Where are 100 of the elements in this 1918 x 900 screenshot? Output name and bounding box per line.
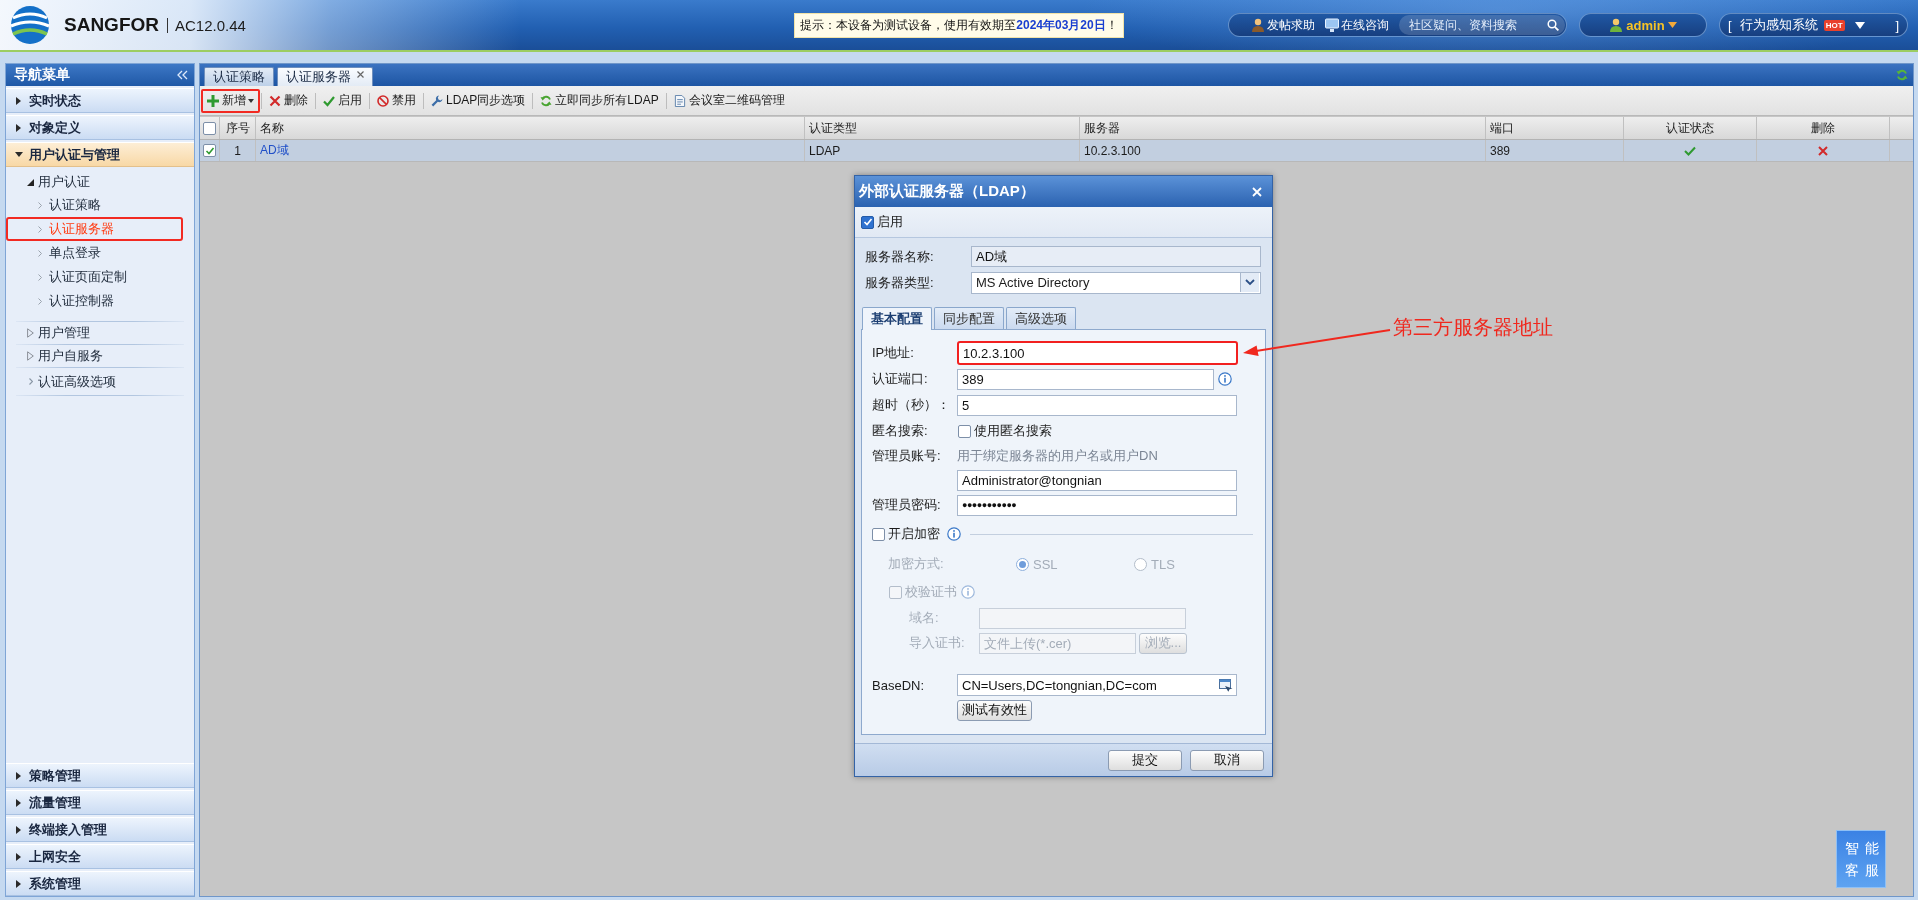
- column-header: 认证类型: [805, 117, 1080, 139]
- sidebar-section[interactable]: 实时状态: [6, 88, 194, 113]
- sidebar-title: 导航菜单: [14, 66, 70, 84]
- radio-label: TLS: [1151, 556, 1175, 572]
- tab[interactable]: 认证策略: [204, 67, 274, 86]
- password-field[interactable]: ●●●●●●●●●●●: [957, 494, 1237, 516]
- close-icon[interactable]: [357, 70, 364, 78]
- column-header: 服务器: [1080, 117, 1486, 139]
- chevron-right-icon: [38, 201, 42, 209]
- document-icon: [673, 94, 686, 107]
- tab[interactable]: 基本配置: [862, 307, 932, 330]
- field-label: IP地址:: [872, 344, 915, 362]
- column-header: 端口: [1486, 117, 1624, 139]
- column-header: 序号: [220, 117, 256, 139]
- field-label: BaseDN:: [872, 677, 926, 693]
- table-cell: LDAP: [805, 140, 1080, 161]
- hot-badge: HOT: [1823, 19, 1845, 31]
- no-entry-icon: [377, 94, 389, 107]
- caret-right-icon: [16, 798, 21, 807]
- checkbox[interactable]: [203, 144, 216, 157]
- text-field[interactable]: CN=Users,DC=tongnian,DC=com: [957, 674, 1237, 696]
- info-icon[interactable]: [947, 527, 961, 541]
- search-icon: [1547, 19, 1559, 31]
- search-field[interactable]: 社区疑问、资料搜索: [1399, 15, 1565, 35]
- caret-down-icon: [15, 152, 23, 157]
- qr-code-button[interactable]: 会议室二维码管理: [667, 88, 791, 113]
- triangle-right-icon: [27, 351, 34, 361]
- table-cell: 1: [220, 140, 256, 161]
- tab[interactable]: 高级选项: [1006, 307, 1076, 329]
- refresh-icon: [540, 94, 553, 107]
- sidebar-group[interactable]: 用户自服务: [6, 345, 194, 367]
- chat-link[interactable]: 在线咨询: [1325, 16, 1389, 34]
- checkbox[interactable]: [872, 527, 885, 541]
- sidebar-section[interactable]: 对象定义: [6, 115, 194, 140]
- test-button[interactable]: 测试有效性: [957, 699, 1032, 721]
- cancel-button[interactable]: 取消: [1190, 749, 1264, 771]
- sidebar-group[interactable]: 用户认证: [6, 171, 194, 193]
- field-label: 服务器名称:: [865, 247, 935, 266]
- sidebar-item[interactable]: 单点登录: [6, 241, 183, 265]
- version-label: AC12.0.44: [175, 16, 246, 34]
- text-field[interactable]: 389: [957, 368, 1214, 390]
- submit-button[interactable]: 提交: [1108, 749, 1182, 771]
- caret-right-icon: [16, 879, 21, 888]
- caret-right-icon: [16, 123, 21, 132]
- sidebar-item[interactable]: 认证页面定制: [6, 265, 183, 289]
- text-field[interactable]: AD域: [971, 246, 1261, 267]
- add-button[interactable]: 新增: [201, 88, 260, 113]
- chevron-right-icon: [38, 249, 42, 257]
- caret-right-icon: [16, 96, 21, 105]
- radio-button[interactable]: [1016, 557, 1029, 571]
- check-icon: [323, 94, 335, 107]
- sidebar-item[interactable]: 认证高级选项: [6, 368, 194, 395]
- sync-options-button[interactable]: LDAP同步选项: [425, 88, 532, 113]
- text-field[interactable]: 10.2.3.100: [957, 341, 1238, 365]
- select-field[interactable]: MS Active Directory: [971, 271, 1261, 294]
- system-menu-button[interactable]: [ 行为感知系统 HOT ]: [1719, 13, 1908, 37]
- column-header: 认证状态: [1624, 117, 1757, 139]
- sidebar-section[interactable]: 策略管理: [6, 763, 194, 788]
- triangle-icon: [27, 178, 34, 186]
- checkbox[interactable]: [861, 215, 874, 229]
- refresh-icon[interactable]: [1896, 69, 1908, 81]
- caret-right-icon: [16, 825, 21, 834]
- sidebar-group[interactable]: 用户管理: [6, 322, 194, 344]
- cross-icon[interactable]: [1818, 145, 1828, 156]
- double-chevron-icon[interactable]: [177, 70, 188, 80]
- sidebar-section[interactable]: 系统管理: [6, 871, 194, 896]
- table-row[interactable]: 1 AD域 LDAP 10.2.3.100 389: [200, 140, 1913, 162]
- text-field[interactable]: 5: [957, 394, 1237, 416]
- window-icon[interactable]: [1219, 678, 1233, 692]
- sidebar-section[interactable]: 上网安全: [6, 844, 194, 869]
- checkbox[interactable]: [889, 585, 902, 599]
- caret-down-icon: [1667, 22, 1677, 28]
- field-label: 管理员账号:: [872, 447, 942, 465]
- triangle-right-icon: [27, 328, 34, 338]
- checkbox[interactable]: [203, 121, 216, 135]
- enable-button[interactable]: 启用: [317, 88, 368, 113]
- sidebar-section[interactable]: 用户认证与管理: [6, 142, 194, 167]
- name-link[interactable]: AD域: [260, 142, 289, 159]
- info-icon[interactable]: [961, 585, 975, 599]
- sidebar-section[interactable]: 流量管理: [6, 790, 194, 815]
- tab[interactable]: 同步配置: [934, 307, 1004, 329]
- help-link[interactable]: 发帖求助: [1251, 16, 1315, 34]
- sidebar-item[interactable]: 认证策略: [6, 193, 183, 217]
- user-menu-button[interactable]: admin: [1579, 13, 1707, 37]
- radio-button[interactable]: [1134, 557, 1147, 571]
- caret-down-icon: [248, 98, 254, 103]
- dialog-title: 外部认证服务器（LDAP）: [859, 182, 1035, 201]
- text-field[interactable]: Administrator@tongnian: [957, 469, 1237, 491]
- column-header: 删除: [1757, 117, 1890, 139]
- checkbox[interactable]: [958, 424, 971, 438]
- notice-banner: 提示：本设备为测试设备，使用有效期至2024年03月20日！: [794, 12, 1124, 38]
- sidebar-item[interactable]: 认证控制器: [6, 289, 183, 313]
- tab[interactable]: 认证服务器: [277, 67, 373, 86]
- disable-button[interactable]: 禁用: [371, 88, 422, 113]
- sync-now-button[interactable]: 立即同步所有LDAP: [534, 88, 665, 113]
- sidebar-section[interactable]: 终端接入管理: [6, 817, 194, 842]
- chevron-down-icon[interactable]: [1240, 273, 1259, 292]
- delete-button[interactable]: 删除: [263, 88, 314, 113]
- info-icon[interactable]: [1218, 372, 1232, 386]
- hint-text: 用于绑定服务器的用户名或用户DN: [957, 447, 1158, 465]
